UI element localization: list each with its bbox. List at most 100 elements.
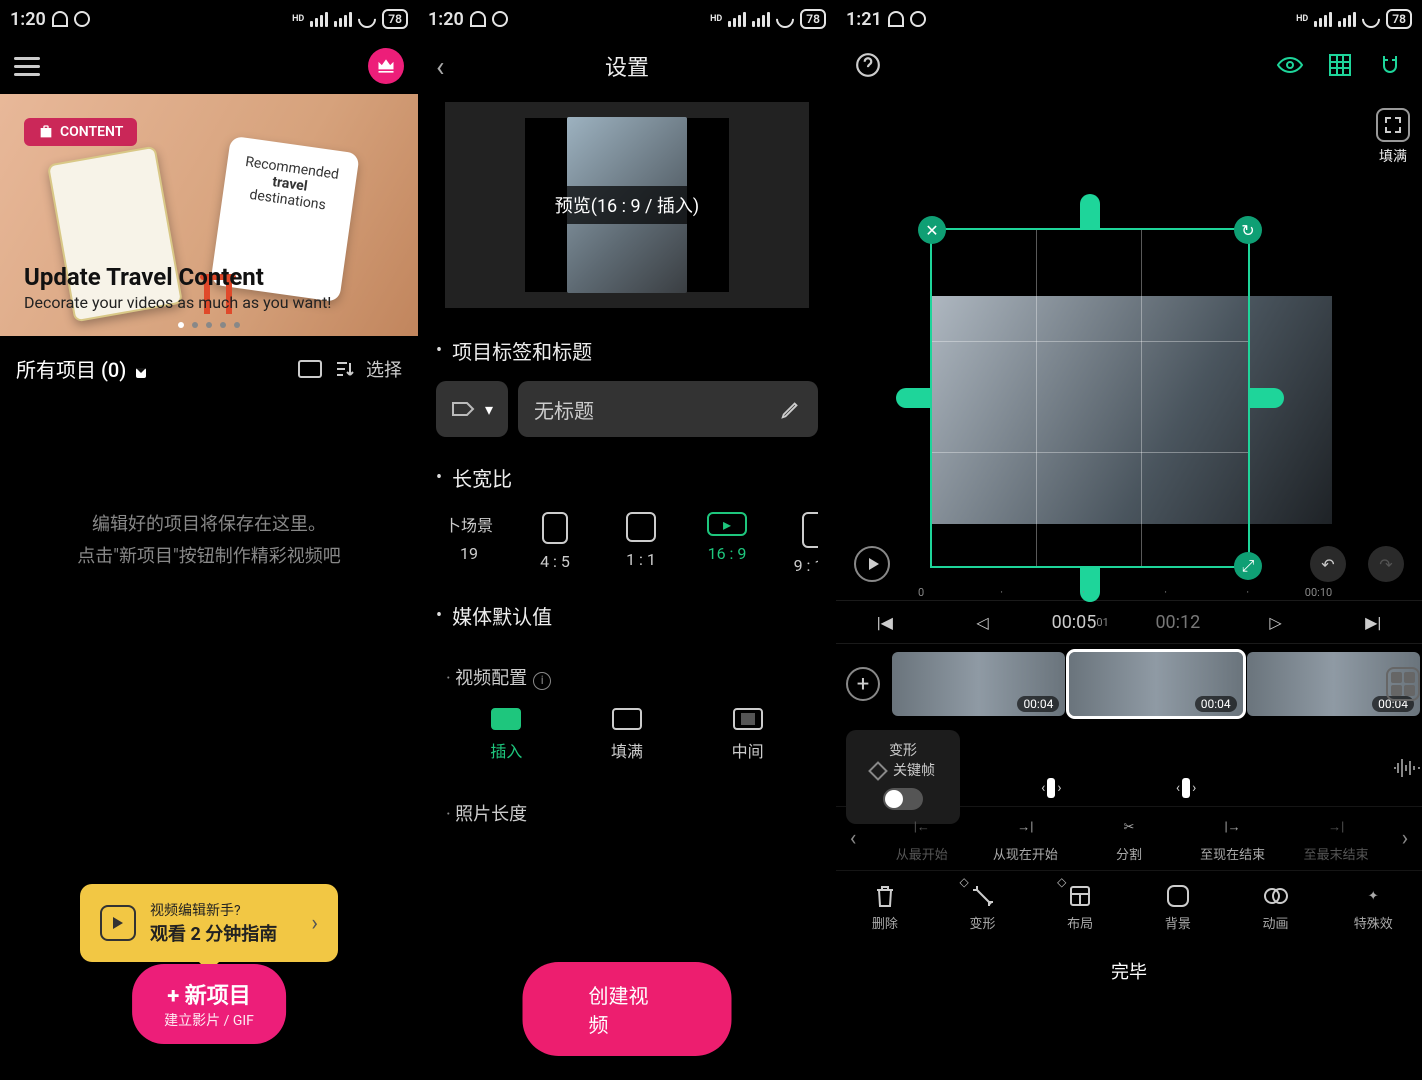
settings-header: ‹ 设置 [418, 38, 836, 94]
tool-delete[interactable]: 删除 [836, 883, 934, 932]
vconf-fill[interactable]: 填满 [611, 708, 643, 762]
back-button[interactable]: ‹ [436, 50, 444, 83]
wifi-icon [1359, 6, 1384, 31]
new-project-button[interactable]: + 新项目 建立影片 / GIF [132, 964, 286, 1044]
vconf-insert[interactable]: 插入 [490, 708, 522, 762]
mute-icon [52, 11, 68, 27]
tool-background[interactable]: 背景 [1129, 883, 1227, 932]
vconf-center[interactable]: 中间 [732, 708, 764, 762]
menu-button[interactable] [14, 57, 40, 76]
tools-next[interactable]: › [1388, 826, 1422, 851]
fill-button[interactable]: 填满 [1376, 108, 1410, 166]
sub-video-config: 视频配置i [436, 646, 818, 702]
create-video-button[interactable]: 创建视频 [523, 962, 732, 1056]
guide-card[interactable]: 视频编辑新手?观看 2 分钟指南 › [80, 884, 338, 962]
help-button[interactable] [852, 49, 884, 81]
ratio-4-5[interactable]: 4 : 5 [526, 512, 584, 575]
empty-state: 编辑好的项目将保存在这里。 点击"新项目"按钮制作精彩视频吧 [0, 389, 418, 574]
status-time: 1:20 [10, 9, 46, 30]
clip-2-selected[interactable]: 00:04 [1069, 652, 1242, 716]
kf-nav-left[interactable]: ‹› [1041, 778, 1061, 798]
editor-screen: 1:21 HD78 填满 ✕ ↻ ⤢ ↶ ↷ 0 ···· 00 [836, 0, 1422, 1080]
edit-icon[interactable] [780, 398, 802, 420]
right-handle[interactable] [1248, 388, 1284, 408]
tool-split[interactable]: ✂分割 [1077, 814, 1181, 863]
status-bar: 1:20 HD78 [0, 0, 418, 38]
hd-icon: HD [292, 14, 304, 24]
title-input[interactable]: 无标题 [518, 381, 818, 437]
signal-icon [310, 12, 328, 27]
tool-to-end[interactable]: →|至最末结束 [1284, 814, 1388, 863]
resize-handle[interactable]: ⤢ [1234, 552, 1262, 580]
tag-picker[interactable]: ▾ [436, 381, 508, 437]
play-button[interactable] [854, 546, 890, 582]
total-time: 00:12 [1129, 612, 1227, 633]
view-card-icon[interactable] [298, 357, 322, 381]
signal-icon [728, 12, 746, 27]
redo-button[interactable]: ↷ [1368, 546, 1404, 582]
carousel-dots[interactable] [0, 322, 418, 328]
goto-start-button[interactable]: |◀ [836, 613, 934, 632]
undo-button[interactable]: ↶ [1310, 546, 1346, 582]
next-frame-button[interactable]: ▷ [1227, 613, 1325, 632]
keyframe-toggle[interactable] [883, 788, 923, 810]
tool-from-now[interactable]: →|从现在开始 [974, 814, 1078, 863]
tool-to-now[interactable]: |→至现在结束 [1181, 814, 1285, 863]
wifi-icon [773, 6, 798, 31]
ratio-9-16[interactable]: 9 : 16 [784, 512, 818, 575]
settings-title: 设置 [605, 50, 649, 82]
preview-pane[interactable]: 预览(16 : 9 / 插入) [445, 102, 809, 308]
rotate-handle[interactable]: ↻ [1234, 216, 1262, 244]
left-handle[interactable] [896, 388, 932, 408]
ratio-16-9[interactable]: ▸16 : 9 [698, 512, 756, 575]
waveform-icon[interactable] [1392, 730, 1422, 806]
content-tag: CONTENT [24, 118, 137, 146]
status-bar: 1:20 HD78 [418, 0, 836, 38]
ratio-1-1[interactable]: 1 : 1 [612, 512, 670, 575]
tool-effects[interactable]: ✦特殊效 [1324, 883, 1422, 932]
add-clip-button[interactable]: + [846, 667, 880, 701]
home-screen: 1:20 HD78 CONTENT Recommended travel des… [0, 0, 418, 1080]
editor-top-bar [836, 38, 1422, 92]
kf-nav-right[interactable]: ‹› [1176, 778, 1196, 798]
ratio-scene[interactable]: 卜场景19 [440, 512, 498, 575]
content-banner[interactable]: CONTENT Recommended travel destinations … [0, 94, 418, 336]
settings-screen: 1:20 HD78 ‹ 设置 预览(16 : 9 / 插入) 项目标签和标题 ▾… [418, 0, 836, 1080]
sort-icon[interactable] [332, 357, 356, 381]
projects-bar: 所有项目 (0) 选择 [0, 336, 418, 389]
mute-icon [888, 11, 904, 27]
current-time: 00:0501 [1031, 612, 1129, 633]
eye-icon[interactable] [1274, 49, 1306, 81]
time-ruler[interactable]: 0 ···· 00:10 [836, 586, 1422, 600]
tool-layout[interactable]: ◇布局 [1031, 883, 1129, 932]
toolbar-row-2: 删除 ◇变形 ◇布局 背景 动画 ✦特殊效 [836, 870, 1422, 944]
select-button[interactable]: 选择 [366, 356, 402, 382]
caret-down-icon: ▾ [485, 400, 493, 419]
premium-button[interactable] [368, 48, 404, 84]
track-options-button[interactable] [1386, 667, 1420, 701]
banner-text: Update Travel Content Decorate your vide… [24, 263, 394, 312]
top-handle[interactable] [1080, 194, 1100, 230]
alarm-clock-icon [492, 11, 508, 27]
caret-down-icon[interactable] [136, 368, 146, 378]
tool-transform[interactable]: ◇变形 [934, 883, 1032, 932]
chevron-right-icon: › [311, 911, 318, 936]
wifi-icon [355, 6, 380, 31]
magnet-icon[interactable] [1374, 49, 1406, 81]
done-button[interactable]: 完毕 [836, 944, 1422, 998]
home-header [0, 38, 418, 94]
ratio-strip[interactable]: 卜场景19 4 : 5 1 : 1 ▸16 : 9 9 : 16 1.85 : … [436, 508, 818, 575]
canvas[interactable]: 填满 ✕ ↻ ⤢ [842, 98, 1422, 528]
projects-label[interactable]: 所有项目 (0) [16, 354, 126, 383]
diamond-icon [868, 761, 888, 781]
tools-prev[interactable]: ‹ [836, 826, 870, 851]
clip-1[interactable]: 00:04 [892, 652, 1065, 716]
crop-frame[interactable]: ✕ ↻ ⤢ [930, 228, 1250, 568]
grid-icon[interactable] [1324, 49, 1356, 81]
prev-frame-button[interactable]: ◁ [934, 613, 1032, 632]
goto-end-button[interactable]: ▶| [1324, 613, 1422, 632]
delete-handle[interactable]: ✕ [918, 216, 946, 244]
timeline-track[interactable]: + 00:04 00:04 00:04 [836, 644, 1422, 724]
info-icon[interactable]: i [533, 672, 551, 690]
tool-animation[interactable]: 动画 [1227, 883, 1325, 932]
